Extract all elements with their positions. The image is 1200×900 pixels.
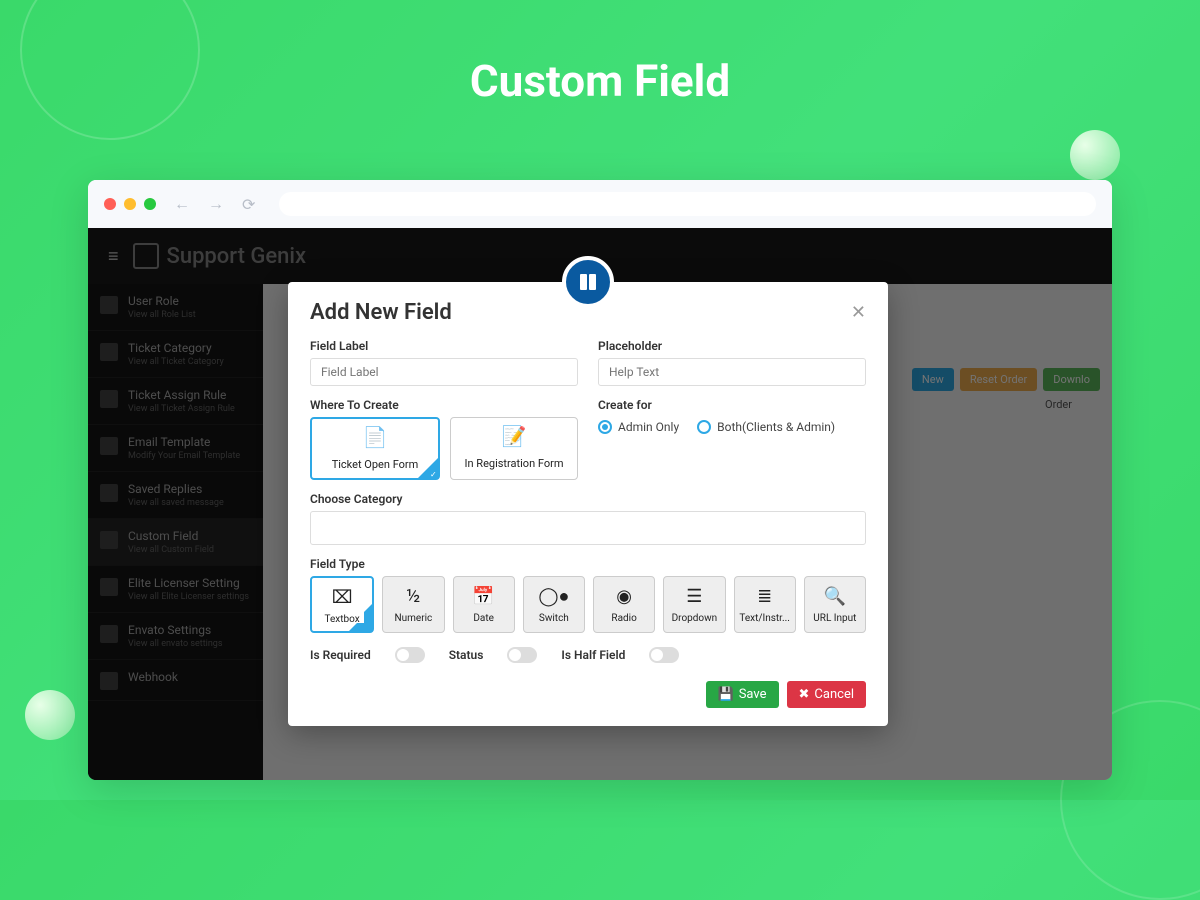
field-type-url[interactable]: 🔍 URL Input — [804, 576, 866, 633]
status-toggle[interactable] — [507, 647, 537, 663]
field-type-label-text: Radio — [596, 613, 652, 624]
save-button-label: Save — [739, 687, 767, 702]
where-option-registration[interactable]: 📝 In Registration Form — [450, 417, 578, 480]
status-label: Status — [449, 648, 484, 662]
switch-icon: ◯● — [526, 583, 582, 609]
where-option-label: In Registration Form — [465, 457, 564, 470]
dropdown-icon: ☰ — [666, 583, 722, 609]
reload-icon[interactable]: ⟳ — [242, 195, 255, 214]
radio-both[interactable]: Both(Clients & Admin) — [697, 420, 835, 434]
where-option-label: Ticket Open Form — [332, 458, 419, 471]
radio-icon: ◉ — [596, 583, 652, 609]
placeholder-label: Placeholder — [598, 339, 866, 353]
field-type-date[interactable]: 📅 Date — [453, 576, 515, 633]
url-icon: 🔍 — [807, 583, 863, 609]
close-icon: ✖ — [799, 687, 810, 702]
text-instr-icon: ≣ — [737, 583, 793, 609]
document-icon: 📄 — [316, 425, 434, 449]
field-type-label-text: Dropdown — [666, 613, 722, 624]
window-close-icon[interactable] — [104, 198, 116, 210]
window-maximize-icon[interactable] — [144, 198, 156, 210]
decorative-circle — [1070, 130, 1120, 180]
field-type-textbox[interactable]: ⌧ Textbox — [310, 576, 374, 633]
field-type-radio[interactable]: ◉ Radio — [593, 576, 655, 633]
placeholder-input[interactable] — [598, 358, 866, 386]
radio-dot-icon — [598, 420, 612, 434]
field-type-switch[interactable]: ◯● Switch — [523, 576, 585, 633]
is-half-field-label: Is Half Field — [561, 648, 625, 662]
browser-window: ← → ⟳ ≡ Support Genix User RoleView all … — [88, 180, 1112, 780]
where-create-label: Where To Create — [310, 398, 578, 412]
modal-title: Add New Field — [310, 300, 452, 325]
window-minimize-icon[interactable] — [124, 198, 136, 210]
field-label-input[interactable] — [310, 358, 578, 386]
forward-icon[interactable]: → — [208, 194, 224, 214]
decorative-circle — [25, 690, 75, 740]
field-type-label-text: Date — [456, 613, 512, 624]
field-type-dropdown[interactable]: ☰ Dropdown — [663, 576, 725, 633]
field-type-label: Field Type — [310, 557, 866, 571]
calendar-icon: 📅 — [456, 583, 512, 609]
decorative-circle — [20, 0, 200, 140]
radio-label: Both(Clients & Admin) — [717, 420, 835, 434]
textbox-icon: ⌧ — [314, 584, 370, 610]
modal-badge-icon — [562, 256, 614, 308]
field-type-label-text: Textbox — [314, 614, 370, 625]
field-type-label-text: URL Input — [807, 613, 863, 624]
cancel-button[interactable]: ✖ Cancel — [787, 681, 866, 708]
field-type-label-text: Numeric — [385, 613, 441, 624]
create-for-label: Create for — [598, 398, 866, 412]
field-type-numeric[interactable]: ½ Numeric — [382, 576, 444, 633]
browser-chrome: ← → ⟳ — [88, 180, 1112, 228]
choose-category-label: Choose Category — [310, 492, 866, 506]
numeric-icon: ½ — [385, 583, 441, 609]
save-button[interactable]: 💾 Save — [706, 681, 779, 708]
is-half-field-toggle[interactable] — [649, 647, 679, 663]
add-field-modal: Add New Field ✕ Field Label Placeholder … — [288, 282, 888, 726]
field-label-label: Field Label — [310, 339, 578, 353]
is-required-label: Is Required — [310, 648, 371, 662]
where-option-ticket-open[interactable]: 📄 Ticket Open Form — [310, 417, 440, 480]
is-required-toggle[interactable] — [395, 647, 425, 663]
cancel-button-label: Cancel — [814, 687, 854, 702]
field-type-text-instr[interactable]: ≣ Text/Instr... — [734, 576, 796, 633]
app-viewport: ≡ Support Genix User RoleView all Role L… — [88, 228, 1112, 780]
save-icon: 💾 — [718, 687, 734, 702]
url-input[interactable] — [279, 192, 1096, 216]
close-icon[interactable]: ✕ — [851, 302, 866, 323]
back-icon[interactable]: ← — [174, 194, 190, 214]
field-type-label-text: Switch — [526, 613, 582, 624]
field-type-label-text: Text/Instr... — [737, 613, 793, 624]
radio-dot-icon — [697, 420, 711, 434]
radio-admin-only[interactable]: Admin Only — [598, 420, 679, 434]
choose-category-select[interactable] — [310, 511, 866, 545]
radio-label: Admin Only — [618, 420, 679, 434]
edit-document-icon: 📝 — [455, 424, 573, 448]
